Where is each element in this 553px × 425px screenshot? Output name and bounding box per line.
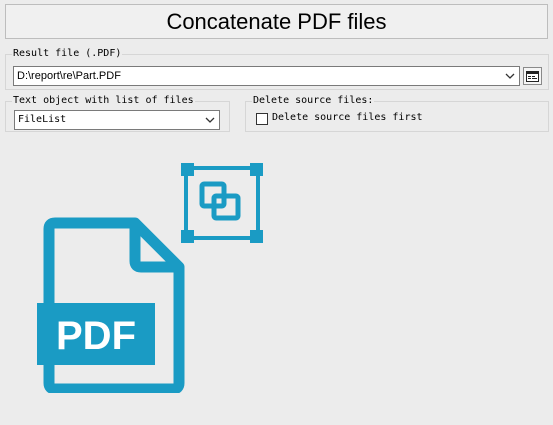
browse-button[interactable]: [523, 67, 542, 85]
delete-source-label: Delete source files:: [252, 95, 375, 106]
result-file-combo[interactable]: D:\report\re\Part.PDF: [13, 66, 520, 86]
pdf-label: PDF: [56, 314, 136, 358]
pdf-file-icon: PDF: [37, 217, 185, 393]
result-file-value: D:\report\re\Part.PDF: [17, 70, 121, 82]
text-object-label: Text object with list of files: [12, 95, 195, 106]
text-object-value: FileList: [18, 114, 67, 125]
page-title: Concatenate PDF files: [166, 8, 387, 34]
chevron-down-icon[interactable]: [204, 113, 216, 127]
chevron-down-icon[interactable]: [504, 69, 516, 83]
delete-source-checkbox[interactable]: [256, 113, 268, 125]
title-bar: Concatenate PDF files: [5, 4, 548, 39]
concatenate-icon: [181, 163, 263, 243]
result-file-label: Result file (.PDF): [12, 48, 123, 59]
browse-icon: [526, 70, 539, 82]
delete-source-checkbox-label[interactable]: Delete source files first: [272, 112, 423, 123]
text-object-combo[interactable]: FileList: [14, 110, 220, 130]
